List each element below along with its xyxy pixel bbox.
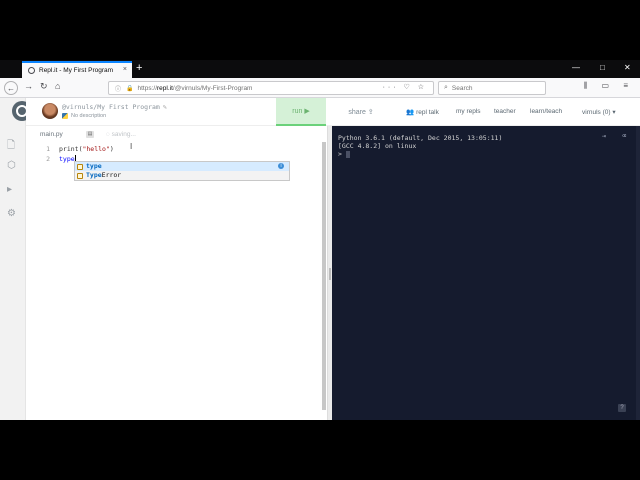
- suggestion-item[interactable]: Type Error: [75, 171, 289, 180]
- console-pane[interactable]: Python 3.6.1 (default, Dec 2015, 13:05:1…: [332, 126, 640, 420]
- page-action-icons[interactable]: ··· ♡ ☆: [383, 83, 427, 91]
- share-button[interactable]: share ⇪: [336, 98, 386, 126]
- replit-favicon-icon: [28, 67, 35, 74]
- python-icon: [62, 113, 68, 119]
- forward-arrow-icon[interactable]: →: [24, 81, 33, 91]
- i-beam-cursor-icon: I: [130, 142, 133, 151]
- user-menu[interactable]: virnuls (0) ▾: [582, 108, 616, 116]
- tab-close-icon[interactable]: ×: [123, 66, 127, 73]
- help-button[interactable]: ?: [618, 404, 626, 412]
- save-status: ◌ saving...: [106, 131, 136, 138]
- maximize-button[interactable]: □: [600, 63, 605, 72]
- packages-icon[interactable]: ⬡: [7, 160, 16, 171]
- line-number: 1: [46, 145, 50, 153]
- close-window-button[interactable]: ✕: [624, 63, 631, 72]
- new-tab-button[interactable]: +: [136, 62, 142, 74]
- reload-icon[interactable]: ↻: [40, 81, 48, 92]
- repl-description[interactable]: No description: [62, 113, 106, 119]
- url-prefix: https://: [137, 84, 158, 92]
- search-icon: ⌕: [444, 84, 448, 91]
- expand-console-icon[interactable]: ⇥: [602, 132, 606, 140]
- url-bar[interactable]: ⓘ 🔒 https:// repl.it /@virnuls/My-First-…: [108, 81, 434, 95]
- line-number-gutter: 1 2: [26, 144, 50, 164]
- teacher-link[interactable]: teacher: [494, 108, 516, 115]
- file-options-icon[interactable]: ▤: [86, 131, 94, 138]
- search-placeholder: Search: [451, 84, 473, 92]
- people-icon: 👥: [406, 109, 415, 116]
- info-icon[interactable]: ⓘ: [115, 84, 121, 93]
- toolbar-icons[interactable]: ⫼ ▭ ≡: [584, 81, 634, 91]
- url-host: repl.it: [157, 84, 173, 92]
- editor-scrollbar[interactable]: [322, 142, 326, 410]
- tab-bar: Repl.it - My First Program × + — □ ✕: [0, 60, 640, 78]
- files-icon[interactable]: 🗋: [7, 138, 15, 155]
- editor-pane[interactable]: main.py ▤ ◌ saving... 1 2 print("hello")…: [26, 126, 328, 420]
- console-output-line: [GCC 4.8.2] on linux: [338, 142, 417, 150]
- console-scrollbar[interactable]: [636, 126, 640, 420]
- run-button[interactable]: run ▶: [276, 98, 326, 126]
- learn-teach-link[interactable]: learn/teach: [530, 108, 562, 115]
- lock-icon: 🔒: [126, 85, 134, 92]
- back-arrow-icon: ←: [7, 83, 15, 93]
- home-icon[interactable]: ⌂: [55, 81, 60, 91]
- url-path: /@virnuls/My-First-Program: [172, 84, 253, 92]
- repl-app: 🗋 ⬡ ▸ ⚙ @virnuls/My First Program ✎ No de…: [0, 98, 640, 420]
- minimize-button[interactable]: —: [572, 63, 580, 72]
- edit-pencil-icon[interactable]: ✎: [163, 103, 167, 111]
- keyword-icon: [77, 163, 83, 170]
- settings-icon[interactable]: ⚙: [7, 208, 16, 219]
- back-button[interactable]: ←: [4, 81, 18, 95]
- tab-title: Repl.it - My First Program: [39, 67, 114, 74]
- splitter-grip-icon[interactable]: [329, 268, 331, 280]
- file-tab-main-py[interactable]: main.py: [40, 131, 63, 138]
- autocomplete-dropdown: type i Type Error: [74, 161, 290, 181]
- console-cursor: [345, 150, 350, 158]
- repl-header: @virnuls/My First Program ✎ No descriptio…: [26, 98, 640, 126]
- code-line-1: print("hello"): [59, 145, 114, 153]
- avatar[interactable]: [42, 103, 58, 119]
- suggestion-item[interactable]: type i: [75, 162, 289, 171]
- repl-talk-link[interactable]: 👥 repl talk: [406, 108, 439, 116]
- navigation-bar: ← → ↻ ⌂ ⓘ 🔒 https:// repl.it /@virnuls/M…: [0, 78, 640, 98]
- line-number: 2: [46, 155, 50, 163]
- browser-window: Repl.it - My First Program × + — □ ✕ ← →…: [0, 60, 640, 420]
- my-repls-link[interactable]: my repls: [456, 108, 481, 115]
- console-output-line: Python 3.6.1 (default, Dec 2015, 13:05:1…: [338, 134, 503, 142]
- info-icon[interactable]: i: [278, 163, 284, 169]
- console-prompt[interactable]: >: [338, 150, 350, 158]
- clear-console-icon[interactable]: ⌫: [622, 132, 626, 140]
- repl-title[interactable]: @virnuls/My First Program ✎: [62, 103, 167, 111]
- keyword-icon: [77, 172, 83, 179]
- debugger-icon[interactable]: ▸: [7, 184, 12, 195]
- browser-tab[interactable]: Repl.it - My First Program ×: [22, 61, 132, 78]
- search-input[interactable]: ⌕ Search: [438, 81, 546, 95]
- left-sidebar: 🗋 ⬡ ▸ ⚙: [0, 98, 26, 420]
